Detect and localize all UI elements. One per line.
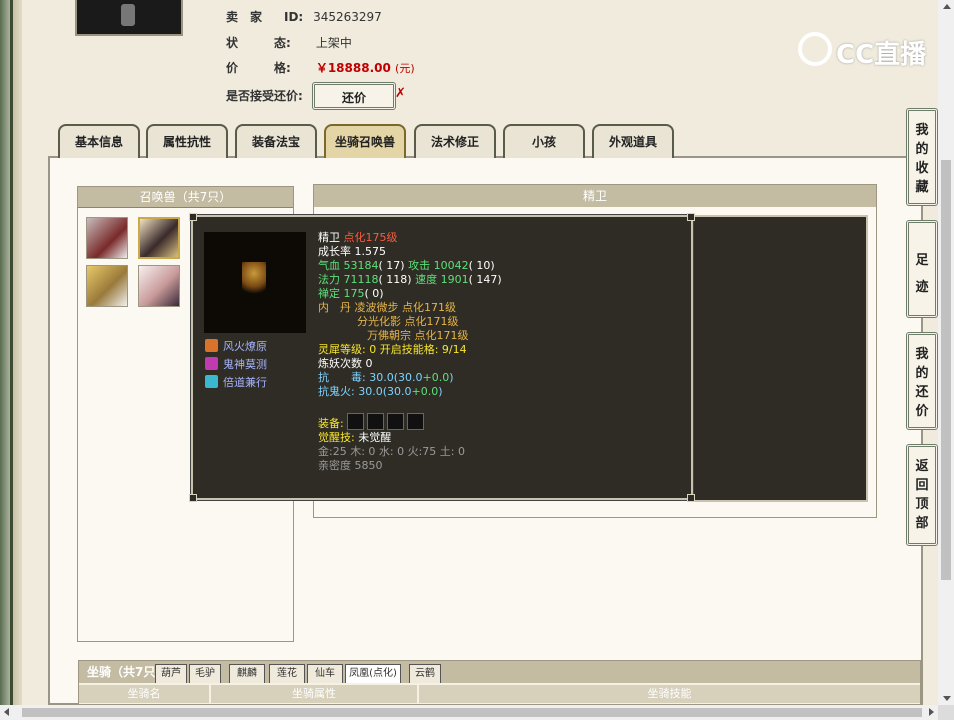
intimacy-line: 亲密度 5850 (318, 459, 383, 472)
item-thumbnail[interactable] (75, 0, 183, 36)
horizontal-scroll-thumb[interactable] (22, 708, 922, 717)
vertical-scrollbar[interactable] (938, 0, 954, 705)
ding-line: 禅定 175( 0) (318, 287, 384, 300)
scroll-right-icon[interactable] (929, 708, 934, 716)
equip-slot[interactable] (387, 413, 405, 430)
ghost-skill-icon (205, 357, 218, 370)
my-favorites-button[interactable]: 我的收藏 (906, 108, 938, 206)
growth-line: 成长率 1.575 (318, 245, 386, 258)
tab-attributes[interactable]: 属性抗性 (146, 124, 228, 158)
resist-ghostfire-line: 抗鬼火: 30.0(30.0+0.0) (318, 385, 443, 398)
mount-name-column: 坐骑名 (79, 685, 209, 703)
mount-tab[interactable]: 云鹤 (409, 664, 441, 683)
back-to-top-button[interactable]: 返回顶部 (906, 444, 938, 546)
awaken-line: 觉醒技: 未觉醒 (318, 431, 392, 444)
neidan-line: 内 丹 凌波微步 点化171级 (318, 301, 456, 314)
pet-avatar[interactable] (86, 265, 128, 307)
counter-offer-button[interactable]: 还价 (312, 82, 396, 110)
cc-logo-icon (798, 32, 832, 66)
mp-spd-line: 法力 71118( 118) 速度 1901( 147) (318, 273, 502, 286)
lingxi-line: 灵犀等级: 0 开启技能格: 9/14 (318, 343, 467, 356)
resist-poison-line: 抗 毒: 30.0(30.0+0.0) (318, 371, 454, 384)
tab-appearance[interactable]: 外观道具 (592, 124, 674, 158)
pet-skill: 风火燎原 (205, 339, 267, 355)
brand-name: CC直播 (836, 40, 927, 70)
seller-id: 345263297 (313, 10, 382, 24)
neidan-line: 万佛朝宗 点化171级 (367, 329, 469, 342)
scroll-up-icon[interactable] (943, 4, 951, 9)
mount-panel: 坐骑（共7只 葫芦 毛驴 麒麟 莲花 仙车 凤凰(点化) 云鹤 坐骑名 坐骑属性… (78, 660, 921, 705)
equip-slot[interactable] (367, 413, 385, 430)
mount-tab-selected[interactable]: 凤凰(点化) (345, 664, 401, 683)
fire-skill-icon (205, 339, 218, 352)
horizontal-scrollbar[interactable] (0, 705, 938, 720)
lianyao-line: 炼妖次数 0 (318, 357, 373, 370)
pet-avatar[interactable] (86, 217, 128, 259)
elements-line: 金:25 木: 0 水: 0 火:75 土: 0 (318, 445, 465, 458)
counter-offer-label: 是否接受还价: (226, 89, 303, 103)
scroll-down-icon[interactable] (943, 696, 951, 701)
pet-name-line: 精卫 点化175级 (318, 231, 398, 244)
tab-mounts-pets[interactable]: 坐骑召唤兽 (324, 124, 406, 158)
mount-count-label: 坐骑（共7只 (87, 665, 156, 679)
price-label: 价 格: (226, 61, 291, 75)
hp-atk-line: 气血 53184( 17) 攻击 10042( 10) (318, 259, 495, 272)
pet-tooltip: 风火燎原 鬼神莫测 倍道兼行 精卫 点化175级 成长率 1.575 气血 53… (189, 213, 695, 502)
status-row: 状 态: 上架中 (226, 34, 352, 52)
seller-row: 卖 家 ID: 345263297 (226, 8, 382, 26)
footprints-button[interactable]: 足迹 (906, 220, 938, 318)
status-value: 上架中 (315, 36, 352, 50)
equip-line: 装备: (318, 413, 427, 431)
status-label: 状 态: (226, 36, 291, 50)
mount-tab[interactable]: 莲花 (269, 664, 305, 683)
counter-offer-close-icon[interactable]: ✗ (395, 86, 406, 101)
mount-tab[interactable]: 仙车 (307, 664, 343, 683)
scrollbar-corner (938, 705, 954, 720)
brand-logo: CC直播 (798, 30, 928, 70)
vertical-scroll-thumb[interactable] (941, 160, 951, 580)
mount-tab[interactable]: 麒麟 (229, 664, 265, 683)
pet-list-title: 召唤兽（共7只） (78, 187, 293, 208)
mount-attr-column: 坐骑属性 (211, 685, 417, 703)
page-left-border (0, 0, 22, 720)
pet-skill: 鬼神莫测 (205, 357, 267, 373)
tab-equipment[interactable]: 装备法宝 (235, 124, 317, 158)
wind-skill-icon (205, 375, 218, 388)
equip-slot[interactable] (407, 413, 425, 430)
pet-detail-title: 精卫 (314, 185, 876, 207)
neidan-line: 分光化影 点化171级 (357, 315, 459, 328)
tab-children[interactable]: 小孩 (503, 124, 585, 158)
mount-skill-column: 坐骑技能 (419, 685, 920, 703)
seller-id-label: ID: (284, 10, 304, 24)
pet-avatar[interactable] (138, 265, 180, 307)
mount-tab[interactable]: 葫芦 (155, 664, 187, 683)
mount-tab[interactable]: 毛驴 (189, 664, 221, 683)
tab-basic-info[interactable]: 基本信息 (58, 124, 140, 158)
pet-skill: 倍道兼行 (205, 375, 267, 391)
scroll-left-icon[interactable] (4, 708, 9, 716)
equip-slot[interactable] (347, 413, 365, 430)
my-counteroffers-button[interactable]: 我的还价 (906, 332, 938, 430)
tab-spell-mods[interactable]: 法术修正 (414, 124, 496, 158)
counter-offer-row: 是否接受还价: (226, 87, 303, 105)
pet-avatar-selected[interactable] (138, 217, 180, 259)
price-row: 价 格: ￥18888.00 (元) (226, 59, 415, 77)
price-value: ￥18888.00 (元) (315, 61, 415, 75)
tooltip-secondary-panel (690, 215, 868, 502)
pet-portrait (204, 232, 306, 333)
